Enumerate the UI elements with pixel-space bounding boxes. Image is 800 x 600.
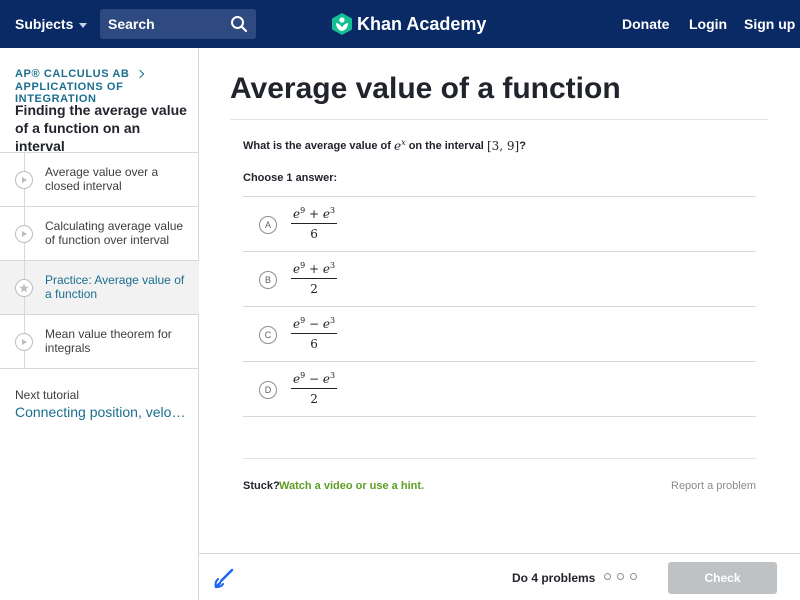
play-icon <box>15 333 33 351</box>
search-box[interactable] <box>100 9 256 39</box>
choice-fraction: e9 − e3 6 <box>291 316 338 351</box>
term-exponent: 3 <box>330 261 336 270</box>
page-title: Average value of a function <box>230 72 621 105</box>
answer-choices: A e9 + e3 6 B e9 + e3 2 C e9 − e3 6 D e9… <box>243 196 756 417</box>
question-interval: [3, 9] <box>486 138 520 153</box>
function-exponent: x <box>401 138 406 147</box>
chevron-right-icon <box>136 69 145 79</box>
answer-choice-c[interactable]: C e9 − e3 6 <box>243 307 756 362</box>
progress-dot <box>630 573 637 580</box>
choice-letter-badge: B <box>259 271 277 289</box>
divider <box>243 458 756 459</box>
fraction-denominator: 2 <box>310 282 318 296</box>
fraction-denominator: 2 <box>310 392 318 406</box>
answer-choice-a[interactable]: A e9 + e3 6 <box>243 197 756 252</box>
search-icon[interactable] <box>230 15 248 33</box>
khan-academy-logo[interactable]: Khan Academy <box>332 0 486 48</box>
search-input[interactable] <box>100 16 220 32</box>
lesson-label: Mean value theorem for integrals <box>45 327 172 355</box>
operator: + <box>305 262 323 276</box>
subjects-label: Subjects <box>15 16 74 32</box>
breadcrumb-course-label: AP® Calculus AB <box>15 68 130 80</box>
caret-down-icon <box>79 22 88 28</box>
progress-label: Do 4 problems <box>512 571 596 585</box>
operator: − <box>305 317 323 331</box>
lesson-item-mean-value-theorem[interactable]: Mean value theorem for integrals <box>0 315 199 369</box>
term-base: e <box>322 317 330 331</box>
term-base: e <box>322 207 330 221</box>
lesson-label: Calculating average value of function ov… <box>45 219 184 247</box>
problem-progress-dots <box>604 573 637 580</box>
lesson-label: Average value over a closed interval <box>45 165 159 193</box>
scratchpad-pencil-icon[interactable] <box>213 567 235 589</box>
play-icon <box>15 225 33 243</box>
fraction-numerator: e9 − e3 <box>291 371 337 388</box>
term-exponent: 3 <box>330 316 336 325</box>
brand-name: Khan Academy <box>357 13 487 34</box>
choice-fraction: e9 − e3 2 <box>291 371 338 406</box>
lesson-item-calculating-average-value[interactable]: Calculating average value of function ov… <box>0 207 199 261</box>
choose-instruction: Choose 1 answer: <box>243 172 338 184</box>
signup-link[interactable]: Sign up <box>744 0 795 48</box>
operator: + <box>305 207 323 221</box>
stuck-label: Stuck? <box>243 480 280 492</box>
question-function: ex <box>394 138 406 153</box>
divider <box>230 119 768 120</box>
tutorial-title: Finding the average value of a function … <box>15 102 187 154</box>
term-exponent: 3 <box>330 206 336 215</box>
play-icon <box>15 171 33 189</box>
lesson-list: Average value over a closed interval Cal… <box>0 152 199 369</box>
operator: − <box>305 372 323 386</box>
login-link[interactable]: Login <box>689 0 727 48</box>
question-prefix: What is the average value of <box>243 139 391 152</box>
term-base: e <box>322 372 330 386</box>
top-navigation-bar: Subjects Khan Academy Donate Login Sign … <box>0 0 800 48</box>
report-problem-link[interactable]: Report a problem <box>671 480 756 492</box>
khan-academy-hexagon-icon <box>332 13 352 35</box>
lesson-item-practice-average-value[interactable]: Practice: Average value of a function <box>0 261 199 315</box>
subjects-menu-button[interactable]: Subjects <box>15 0 88 48</box>
choice-letter-badge: D <box>259 381 277 399</box>
star-icon <box>15 279 33 297</box>
question-middle: on the interval <box>408 139 484 152</box>
answer-choice-d[interactable]: D e9 − e3 2 <box>243 362 756 417</box>
exercise-footer: Do 4 problems Check <box>199 553 800 600</box>
progress-dot <box>617 573 624 580</box>
choice-fraction: e9 + e3 2 <box>291 261 338 296</box>
lesson-label: Practice: Average value of a function <box>45 273 185 301</box>
fraction-numerator: e9 − e3 <box>291 316 337 333</box>
next-tutorial-link[interactable]: Connecting position, velocity, and accel… <box>15 404 190 420</box>
tutorial-sidebar: AP® Calculus AB Applications of integrat… <box>0 48 199 600</box>
term-base: e <box>322 262 330 276</box>
fraction-denominator: 6 <box>310 337 318 351</box>
question-suffix: ? <box>519 139 526 152</box>
breadcrumb-course[interactable]: AP® Calculus AB <box>15 68 145 80</box>
fraction-denominator: 6 <box>310 227 318 241</box>
question-text: What is the average value of ex on the i… <box>243 138 526 153</box>
choice-letter-badge: A <box>259 216 277 234</box>
choice-fraction: e9 + e3 6 <box>291 206 338 241</box>
next-tutorial-label: Next tutorial <box>15 388 80 402</box>
donate-link[interactable]: Donate <box>622 0 669 48</box>
progress-dot <box>604 573 611 580</box>
fraction-numerator: e9 + e3 <box>291 261 337 278</box>
hint-link[interactable]: Watch a video or use a hint. <box>279 480 424 492</box>
answer-choice-b[interactable]: B e9 + e3 2 <box>243 252 756 307</box>
choice-letter-badge: C <box>259 326 277 344</box>
fraction-numerator: e9 + e3 <box>291 206 337 223</box>
lesson-item-average-value-closed-interval[interactable]: Average value over a closed interval <box>0 153 199 207</box>
check-button[interactable]: Check <box>668 562 777 594</box>
term-exponent: 3 <box>330 371 336 380</box>
